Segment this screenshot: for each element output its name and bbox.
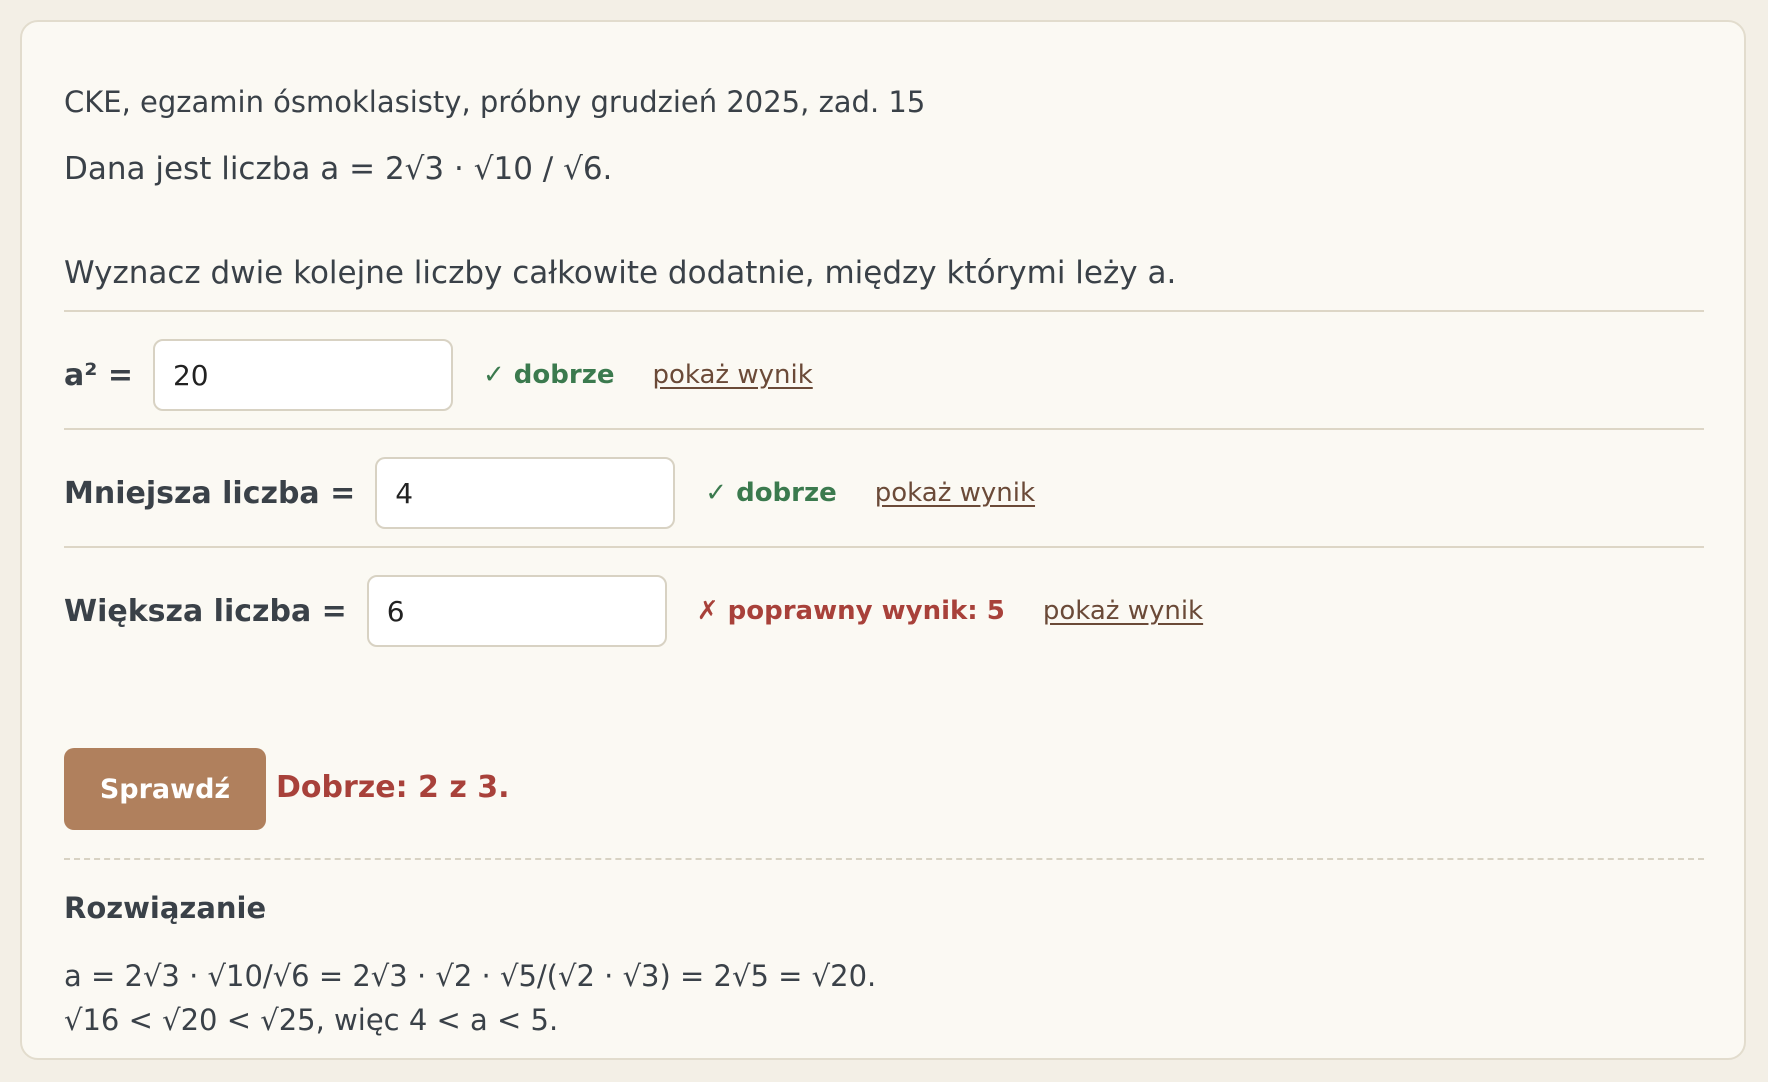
show-result-link[interactable]: pokaż wynik <box>1043 596 1203 626</box>
feedback-incorrect: ✗ poprawny wynik: 5 <box>696 596 1005 626</box>
exercise-card: CKE, egzamin ósmoklasisty, próbny grudzi… <box>20 20 1746 1060</box>
feedback-correct: ✓ dobrze <box>482 360 615 390</box>
solution-line: √16 < √20 < √25, więc 4 < a < 5. <box>64 1003 559 1037</box>
problem-statement: Dana jest liczba a = 2√3 · √10 / √6. <box>64 151 613 187</box>
exercise-content: CKE, egzamin ósmoklasisty, próbny grudzi… <box>64 22 1704 1058</box>
divider <box>64 310 1704 312</box>
check-button[interactable]: Sprawdź <box>64 748 266 830</box>
answer-label: a² = <box>64 357 133 393</box>
answer-row-a-squared: a² = ✓ dobrze pokaż wynik <box>64 339 1704 411</box>
solution-title: Rozwiązanie <box>64 891 267 925</box>
answer-input-a-squared[interactable] <box>152 339 453 411</box>
answer-row-larger-number: Większa liczba = ✗ poprawny wynik: 5 pok… <box>64 575 1704 647</box>
answer-row-smaller-number: Mniejsza liczba = ✓ dobrze pokaż wynik <box>64 457 1704 529</box>
answer-input-larger-number[interactable] <box>366 575 667 647</box>
solution-divider <box>64 858 1704 860</box>
answer-input-smaller-number[interactable] <box>375 457 676 529</box>
show-result-link[interactable]: pokaż wynik <box>652 360 812 390</box>
score-text: Dobrze: 2 z 3. <box>276 770 510 805</box>
problem-task: Wyznacz dwie kolejne liczby całkowite do… <box>64 255 1177 291</box>
answer-label: Mniejsza liczba = <box>64 475 356 511</box>
answer-label: Większa liczba = <box>64 593 347 629</box>
divider <box>64 546 1704 548</box>
solution-line: a = 2√3 · √10/√6 = 2√3 · √2 · √5/(√2 · √… <box>64 959 877 993</box>
problem-source: CKE, egzamin ósmoklasisty, próbny grudzi… <box>64 85 926 119</box>
show-result-link[interactable]: pokaż wynik <box>875 478 1035 508</box>
divider <box>64 428 1704 430</box>
feedback-correct: ✓ dobrze <box>705 478 837 508</box>
